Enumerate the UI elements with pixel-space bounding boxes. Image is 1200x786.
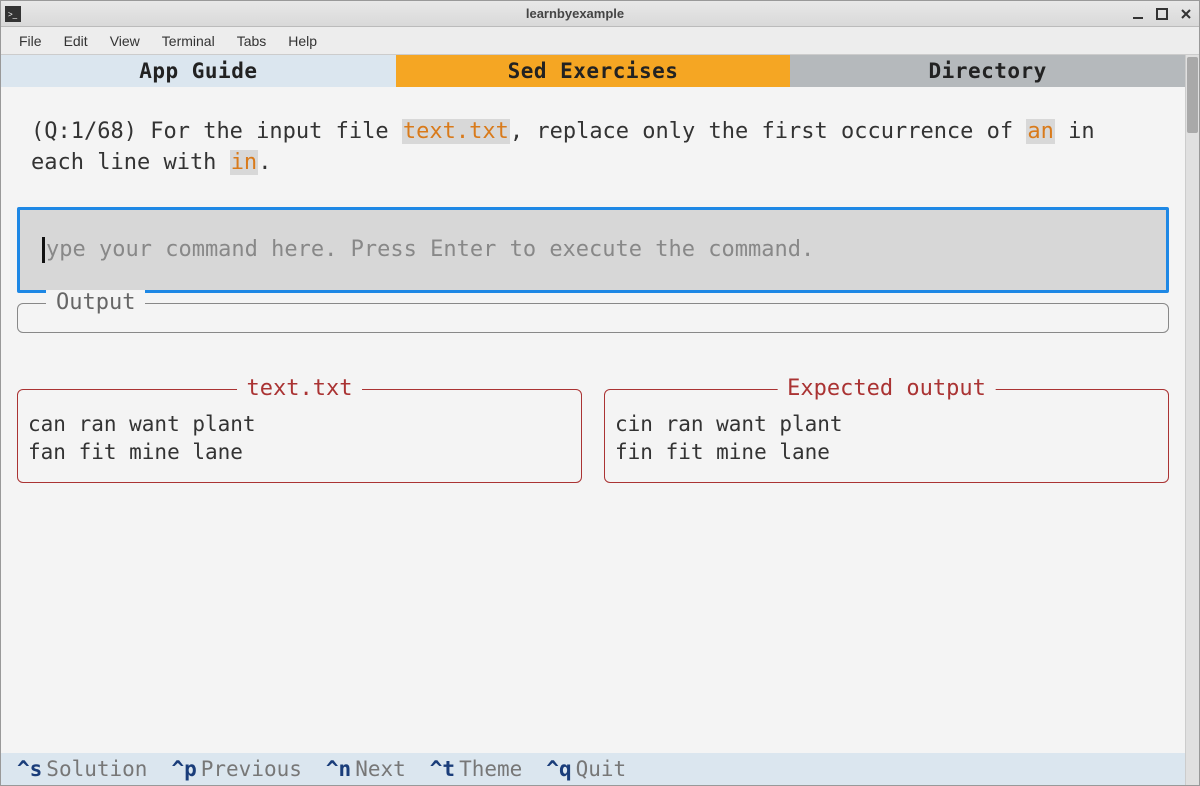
expected-output-legend: Expected output	[777, 376, 996, 401]
footer-label: Previous	[201, 757, 302, 781]
kbd-icon: ^t	[430, 757, 455, 781]
titlebar: >_ learnbyexample	[1, 1, 1199, 27]
tab-bar: App Guide Sed Exercises Directory	[1, 55, 1185, 87]
question-part: , replace only the first occurrence of	[510, 119, 1027, 144]
expected-output-content: cin ran want plant fin fit mine lane	[615, 410, 1158, 467]
close-button[interactable]	[1177, 5, 1195, 23]
text-cursor-icon	[42, 237, 45, 263]
io-row: text.txt can ran want plant fan fit mine…	[17, 389, 1169, 484]
footer-theme[interactable]: ^tTheme	[430, 757, 523, 781]
svg-text:>_: >_	[8, 10, 18, 19]
input-file-legend: text.txt	[237, 376, 363, 401]
menu-terminal[interactable]: Terminal	[152, 29, 225, 53]
command-input[interactable]: ype your command here. Press Enter to ex…	[17, 207, 1169, 293]
question-counter: (Q:1/68)	[31, 119, 137, 144]
content-wrap: App Guide Sed Exercises Directory (Q:1/6…	[1, 55, 1199, 785]
output-panel: Output	[17, 303, 1169, 333]
spacer	[1, 483, 1185, 753]
tab-sed-exercises[interactable]: Sed Exercises	[396, 55, 791, 87]
output-legend: Output	[46, 290, 145, 315]
content-area: App Guide Sed Exercises Directory (Q:1/6…	[1, 55, 1185, 785]
terminal-icon: >_	[5, 6, 21, 22]
footer-bar: ^sSolution ^pPrevious ^nNext ^tTheme ^qQ…	[1, 753, 1185, 785]
footer-previous[interactable]: ^pPrevious	[171, 757, 301, 781]
footer-quit[interactable]: ^qQuit	[546, 757, 626, 781]
tab-app-guide[interactable]: App Guide	[1, 55, 396, 87]
footer-label: Theme	[459, 757, 522, 781]
question-part: For the input file	[137, 119, 402, 144]
window-title: learnbyexample	[27, 6, 1123, 21]
code-pattern-from: an	[1026, 119, 1055, 144]
expected-output-panel: Expected output cin ran want plant fin f…	[604, 389, 1169, 484]
command-input-wrap: ype your command here. Press Enter to ex…	[17, 207, 1169, 293]
footer-next[interactable]: ^nNext	[326, 757, 406, 781]
footer-label: Quit	[576, 757, 627, 781]
footer-label: Next	[355, 757, 406, 781]
menu-view[interactable]: View	[100, 29, 150, 53]
input-file-panel: text.txt can ran want plant fan fit mine…	[17, 389, 582, 484]
command-placeholder: ype your command here. Press Enter to ex…	[46, 237, 814, 262]
kbd-icon: ^n	[326, 757, 351, 781]
footer-label: Solution	[46, 757, 147, 781]
menu-file[interactable]: File	[9, 29, 52, 53]
tab-directory[interactable]: Directory	[790, 55, 1185, 87]
menu-tabs[interactable]: Tabs	[227, 29, 277, 53]
menu-help[interactable]: Help	[278, 29, 327, 53]
footer-solution[interactable]: ^sSolution	[17, 757, 147, 781]
code-pattern-to: in	[230, 150, 259, 175]
app-window: >_ learnbyexample File Edit View Termina…	[0, 0, 1200, 786]
kbd-icon: ^q	[546, 757, 571, 781]
minimize-button[interactable]	[1129, 5, 1147, 23]
maximize-button[interactable]	[1153, 5, 1171, 23]
kbd-icon: ^p	[171, 757, 196, 781]
vertical-scrollbar[interactable]	[1185, 55, 1199, 785]
code-filename: text.txt	[402, 119, 510, 144]
question-part: .	[258, 150, 271, 175]
menu-edit[interactable]: Edit	[54, 29, 98, 53]
scrollbar-thumb[interactable]	[1187, 57, 1198, 133]
input-file-content: can ran want plant fan fit mine lane	[28, 410, 571, 467]
kbd-icon: ^s	[17, 757, 42, 781]
question-text: (Q:1/68) For the input file text.txt, re…	[1, 87, 1185, 197]
menubar: File Edit View Terminal Tabs Help	[1, 27, 1199, 55]
